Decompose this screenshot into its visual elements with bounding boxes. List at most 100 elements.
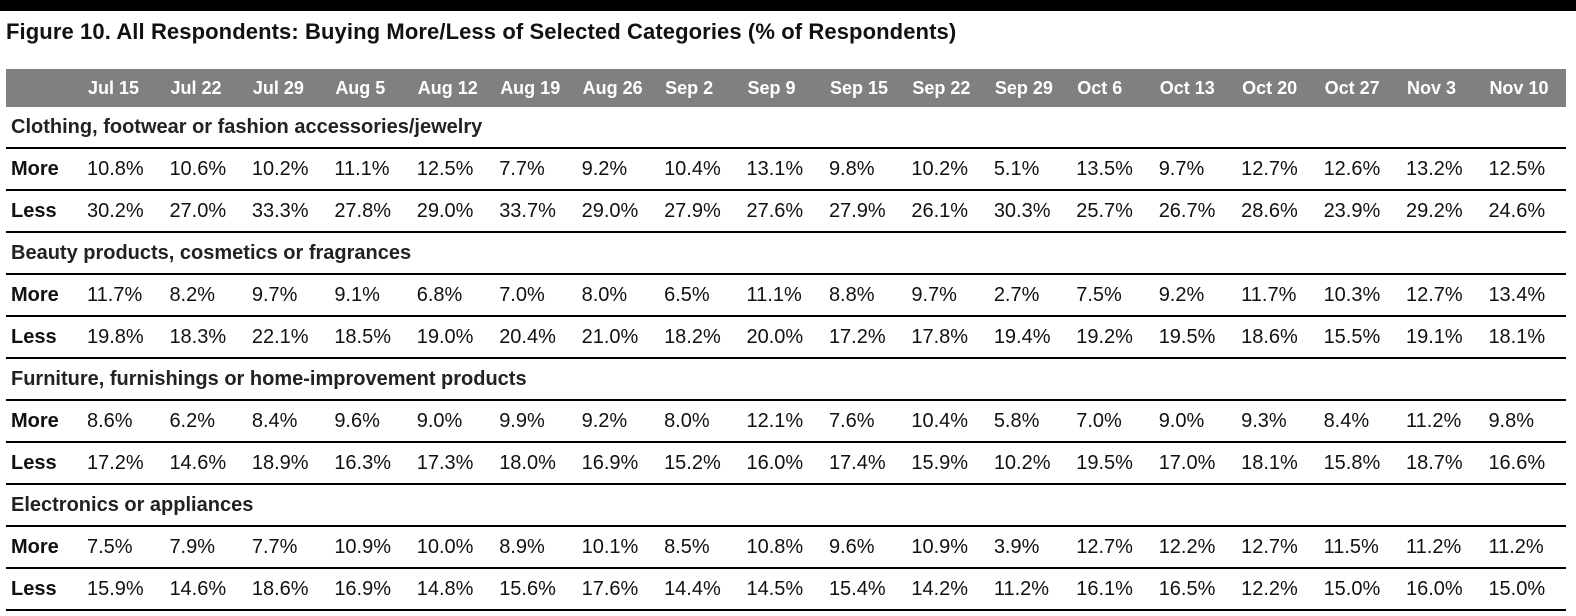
- data-cell: 13.4%: [1483, 274, 1566, 317]
- data-cell: 13.2%: [1401, 148, 1484, 191]
- column-header: Oct 27: [1324, 77, 1380, 98]
- data-cell: 10.2%: [246, 148, 330, 191]
- data-cell: 10.2%: [988, 442, 1072, 485]
- data-cell: 18.7%: [1401, 442, 1484, 485]
- data-cell: 16.9%: [329, 568, 412, 611]
- data-cell: 7.0%: [494, 274, 577, 317]
- column-header: Sep 9: [747, 77, 796, 98]
- data-cell: 11.2%: [1401, 400, 1484, 443]
- row-label: Less: [6, 316, 82, 359]
- column-header: Aug 26: [582, 77, 643, 98]
- data-cell: 28.6%: [1236, 190, 1319, 233]
- data-cell: 16.3%: [329, 442, 412, 485]
- data-cell: 12.6%: [1318, 148, 1401, 191]
- data-cell: 15.0%: [1483, 568, 1566, 611]
- data-cell: 18.5%: [329, 316, 412, 359]
- column-header: Jul 22: [170, 77, 222, 98]
- data-cell: 18.6%: [1236, 316, 1319, 359]
- data-cell: 17.2%: [823, 316, 907, 359]
- data-cell: 8.6%: [82, 400, 165, 443]
- data-cell: 11.1%: [329, 148, 412, 191]
- data-cell: 11.7%: [1236, 274, 1319, 317]
- data-cell: 8.0%: [659, 400, 742, 443]
- table-row: More 7.5% 7.9% 7.7% 10.9% 10.0% 8.9% 10.1% 8.5% 1…: [6, 526, 1566, 569]
- data-cell: 15.8%: [1318, 442, 1401, 485]
- row-label: More: [6, 274, 82, 317]
- data-cell: 7.7%: [246, 526, 330, 569]
- data-cell: 8.0%: [576, 274, 660, 317]
- data-cell: 13.5%: [1071, 148, 1154, 191]
- data-cell: 15.4%: [823, 568, 907, 611]
- data-cell: 27.6%: [741, 190, 824, 233]
- data-cell: 14.5%: [741, 568, 824, 611]
- column-header: Oct 6: [1077, 77, 1123, 98]
- data-cell: 33.7%: [494, 190, 577, 233]
- data-cell: 11.1%: [741, 274, 824, 317]
- data-cell: 9.0%: [411, 400, 495, 443]
- data-cell: 9.7%: [1153, 148, 1237, 191]
- data-cell: 16.9%: [576, 442, 660, 485]
- data-cell: 8.8%: [823, 274, 907, 317]
- data-cell: 26.1%: [906, 190, 989, 233]
- data-cell: 16.6%: [1483, 442, 1566, 485]
- data-cell: 26.7%: [1153, 190, 1237, 233]
- figure-title: Figure 10. All Respondents: Buying More/…: [6, 19, 957, 44]
- data-cell: 6.8%: [411, 274, 495, 317]
- data-cell: 9.3%: [1236, 400, 1319, 443]
- category-label: Electronics or appliances: [6, 484, 1566, 527]
- column-header: Aug 12: [417, 77, 478, 98]
- data-cell: 18.1%: [1236, 442, 1319, 485]
- data-cell: 7.9%: [164, 526, 247, 569]
- data-cell: 7.5%: [1071, 274, 1154, 317]
- column-header: Oct 13: [1159, 77, 1215, 98]
- data-cell: 19.8%: [82, 316, 165, 359]
- data-cell: 24.6%: [1483, 190, 1566, 233]
- data-cell: 17.8%: [906, 316, 989, 359]
- data-cell: 5.8%: [988, 400, 1072, 443]
- data-cell: 9.8%: [1483, 400, 1566, 443]
- data-cell: 11.5%: [1318, 526, 1401, 569]
- data-cell: 14.6%: [164, 442, 247, 485]
- data-cell: 19.2%: [1071, 316, 1154, 359]
- data-cell: 11.7%: [82, 274, 165, 317]
- category-row: Electronics or appliances: [6, 484, 1566, 527]
- data-cell: 9.2%: [576, 148, 660, 191]
- data-cell: 9.6%: [823, 526, 907, 569]
- column-header: Nov 10: [1489, 77, 1549, 98]
- row-label: Less: [6, 190, 82, 233]
- data-cell: 21.0%: [576, 316, 660, 359]
- data-cell: 11.2%: [1483, 526, 1566, 569]
- data-cell: 22.1%: [246, 316, 330, 359]
- data-cell: 10.8%: [741, 526, 824, 569]
- data-cell: 10.9%: [906, 526, 989, 569]
- data-cell: 15.2%: [659, 442, 742, 485]
- data-cell: 10.4%: [906, 400, 989, 443]
- data-cell: 17.2%: [82, 442, 165, 485]
- column-header: Jul 29: [252, 77, 304, 98]
- column-header: Sep 15: [829, 77, 888, 98]
- data-cell: 19.1%: [1401, 316, 1484, 359]
- column-header: Sep 2: [665, 77, 714, 98]
- data-cell: 9.0%: [1153, 400, 1237, 443]
- data-cell: 12.2%: [1153, 526, 1237, 569]
- header-corner: [6, 69, 82, 107]
- table-row: More 11.7% 8.2% 9.7% 9.1% 6.8% 7.0% 8.0% 6.5% 11.…: [6, 274, 1566, 317]
- data-cell: 12.7%: [1071, 526, 1154, 569]
- data-cell: 20.0%: [741, 316, 824, 359]
- data-cell: 5.1%: [988, 148, 1072, 191]
- data-cell: 7.0%: [1071, 400, 1154, 443]
- table-row: Less 30.2% 27.0% 33.3% 27.8% 29.0% 33.7% 29.0% 2…: [6, 190, 1566, 233]
- data-cell: 29.2%: [1401, 190, 1484, 233]
- data-cell: 8.9%: [494, 526, 577, 569]
- category-label: Clothing, footwear or fashion accessorie…: [6, 107, 1566, 149]
- data-cell: 7.7%: [494, 148, 577, 191]
- data-cell: 6.5%: [659, 274, 742, 317]
- data-cell: 16.5%: [1153, 568, 1237, 611]
- data-cell: 10.3%: [1318, 274, 1401, 317]
- data-cell: 10.1%: [576, 526, 660, 569]
- data-cell: 11.2%: [1401, 526, 1484, 569]
- data-cell: 14.6%: [164, 568, 247, 611]
- data-cell: 18.2%: [659, 316, 742, 359]
- data-cell: 29.0%: [576, 190, 660, 233]
- category-label: Beauty products, cosmetics or fragrances: [6, 232, 1566, 275]
